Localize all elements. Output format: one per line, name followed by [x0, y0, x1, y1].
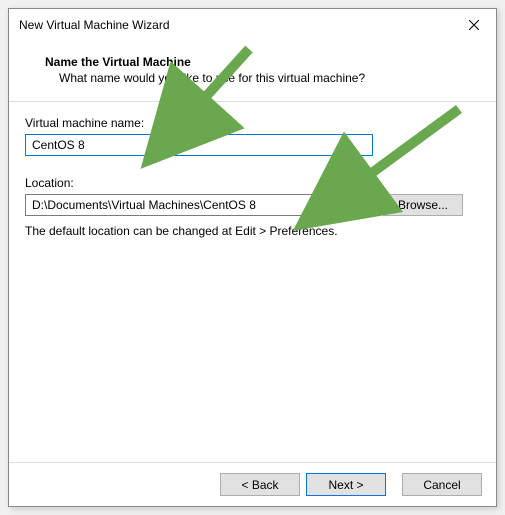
back-button[interactable]: < Back: [220, 473, 300, 496]
window-title: New Virtual Machine Wizard: [19, 18, 462, 32]
location-hint: The default location can be changed at E…: [25, 224, 480, 238]
browse-button[interactable]: Browse...: [383, 194, 463, 216]
wizard-header: Name the Virtual Machine What name would…: [9, 41, 496, 101]
location-row: Browse...: [25, 194, 480, 216]
vm-name-label: Virtual machine name:: [25, 116, 480, 130]
page-subtitle: What name would you like to use for this…: [45, 71, 476, 85]
wizard-content: Virtual machine name: Location: Browse..…: [9, 102, 496, 462]
page-title: Name the Virtual Machine: [45, 55, 476, 69]
location-label: Location:: [25, 176, 480, 190]
vm-name-input[interactable]: [25, 134, 373, 156]
close-button[interactable]: [462, 13, 486, 37]
cancel-button[interactable]: Cancel: [402, 473, 482, 496]
titlebar: New Virtual Machine Wizard: [9, 9, 496, 41]
button-bar: < Back Next > Cancel: [9, 462, 496, 506]
close-icon: [469, 20, 479, 30]
location-input[interactable]: [25, 194, 373, 216]
wizard-window: New Virtual Machine Wizard Name the Virt…: [8, 8, 497, 507]
next-button[interactable]: Next >: [306, 473, 386, 496]
